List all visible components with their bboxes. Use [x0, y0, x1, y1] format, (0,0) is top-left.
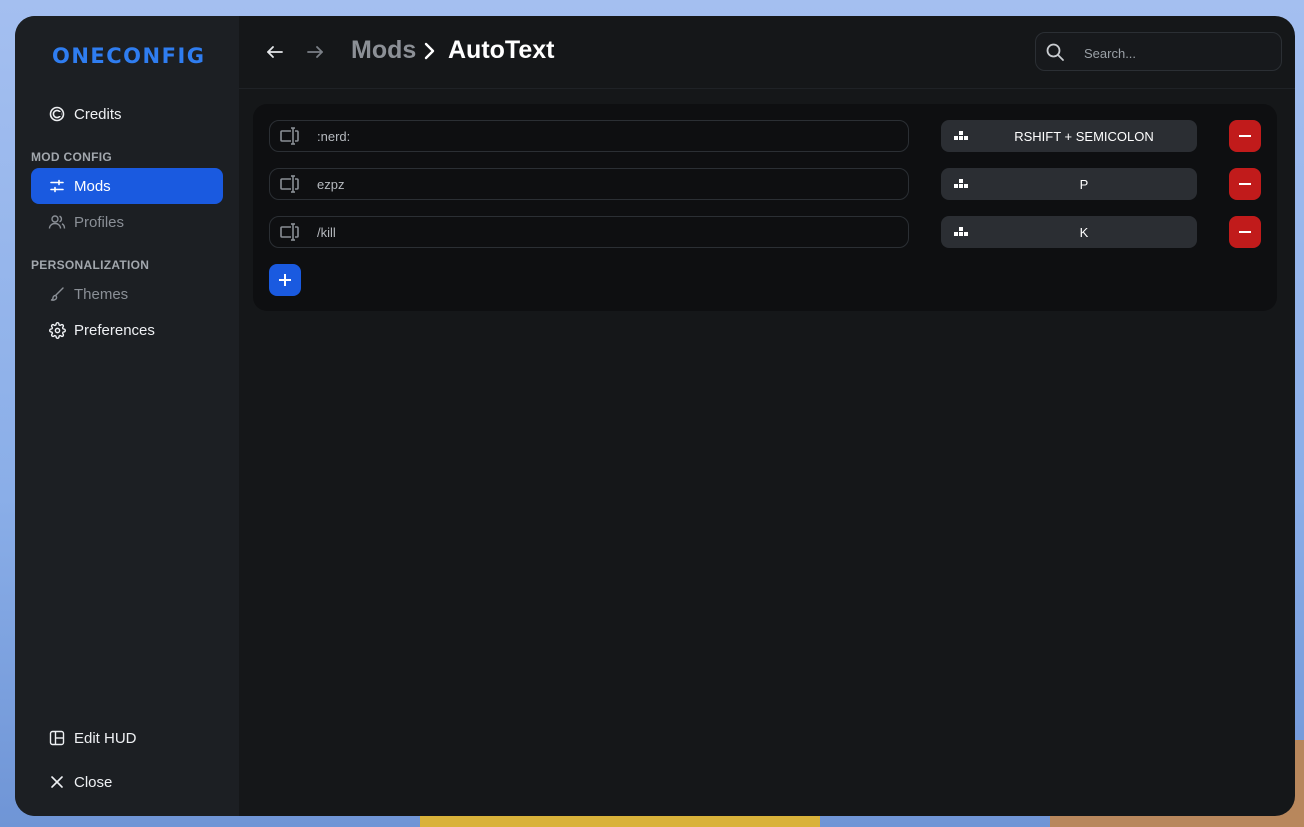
sidebar-item-label: Profiles [74, 213, 125, 231]
entry-text: ezpz [317, 177, 345, 192]
section-label-personalization: PERSONALIZATION [31, 258, 150, 272]
sidebar-item-credits[interactable]: Credits [31, 96, 223, 132]
entry-text: :nerd: [317, 129, 351, 144]
sidebar-item-themes[interactable]: Themes [31, 276, 223, 312]
keybind-label: RSHIFT + SEMICOLON [1014, 129, 1154, 144]
remove-entry-button[interactable] [1229, 120, 1261, 152]
remove-entry-button[interactable] [1229, 168, 1261, 200]
text-cursor-icon [279, 175, 301, 198]
keybind-label: K [1079, 225, 1089, 240]
sidebar-item-label: Credits [74, 105, 122, 123]
brush-icon [48, 285, 66, 303]
sidebar-item-label: Themes [74, 285, 129, 303]
entry-text-field[interactable]: ezpz [269, 168, 909, 200]
keybind-button[interactable]: RSHIFT + SEMICOLON [941, 120, 1197, 152]
close-label: Close [74, 773, 113, 791]
keybind-button[interactable]: K [941, 216, 1197, 248]
forward-button[interactable] [301, 38, 329, 66]
oneconfig-window: ONECONFIG Credits MOD CONFIG Mods Profil… [15, 16, 1295, 816]
main-content: Mods AutoText :nerd: [239, 16, 1295, 816]
gear-icon [48, 321, 66, 339]
entry-text: /kill [317, 225, 336, 240]
top-bar: Mods AutoText [239, 16, 1295, 89]
search-icon [1045, 42, 1065, 67]
sliders-icon [48, 177, 66, 195]
keybind-label: P [1079, 177, 1089, 192]
page-title: AutoText [448, 36, 555, 64]
text-cursor-icon [279, 223, 301, 246]
edit-hud-button[interactable]: Edit HUD [31, 720, 223, 756]
sidebar: ONECONFIG Credits MOD CONFIG Mods Profil… [15, 16, 239, 816]
copyright-icon [48, 105, 66, 123]
minus-icon [1239, 183, 1251, 185]
sidebar-item-preferences[interactable]: Preferences [31, 312, 223, 348]
add-entry-button[interactable] [269, 264, 301, 296]
keyboard-icon [954, 225, 968, 243]
sidebar-item-profiles[interactable]: Profiles [31, 204, 223, 240]
edit-hud-label: Edit HUD [74, 729, 137, 747]
arrow-left-icon [267, 46, 283, 58]
plus-icon [279, 274, 291, 286]
sidebar-item-mods[interactable]: Mods [31, 168, 223, 204]
back-button[interactable] [261, 38, 289, 66]
oneconfig-logo: ONECONFIG [52, 44, 206, 68]
chevron-right-icon [423, 42, 435, 65]
remove-entry-button[interactable] [1229, 216, 1261, 248]
layout-icon [48, 729, 66, 747]
close-button[interactable]: Close [31, 764, 223, 800]
keyboard-icon [954, 177, 968, 195]
keybind-button[interactable]: P [941, 168, 1197, 200]
minus-icon [1239, 135, 1251, 137]
autotext-entries-panel: :nerd: RSHIFT + SEMICOLON ezpz P /kill K [253, 104, 1277, 311]
entry-text-field[interactable]: :nerd: [269, 120, 909, 152]
minus-icon [1239, 231, 1251, 233]
text-cursor-icon [279, 127, 301, 150]
section-label-mod-config: MOD CONFIG [31, 150, 112, 164]
users-icon [48, 213, 66, 231]
arrow-right-icon [307, 46, 323, 58]
keyboard-icon [954, 129, 968, 147]
sidebar-item-label: Preferences [74, 321, 155, 339]
search-input[interactable] [1082, 41, 1276, 65]
breadcrumb-parent[interactable]: Mods [351, 36, 416, 65]
sidebar-item-label: Mods [74, 177, 111, 195]
search-box [1035, 32, 1282, 71]
entry-text-field[interactable]: /kill [269, 216, 909, 248]
close-icon [48, 773, 66, 791]
